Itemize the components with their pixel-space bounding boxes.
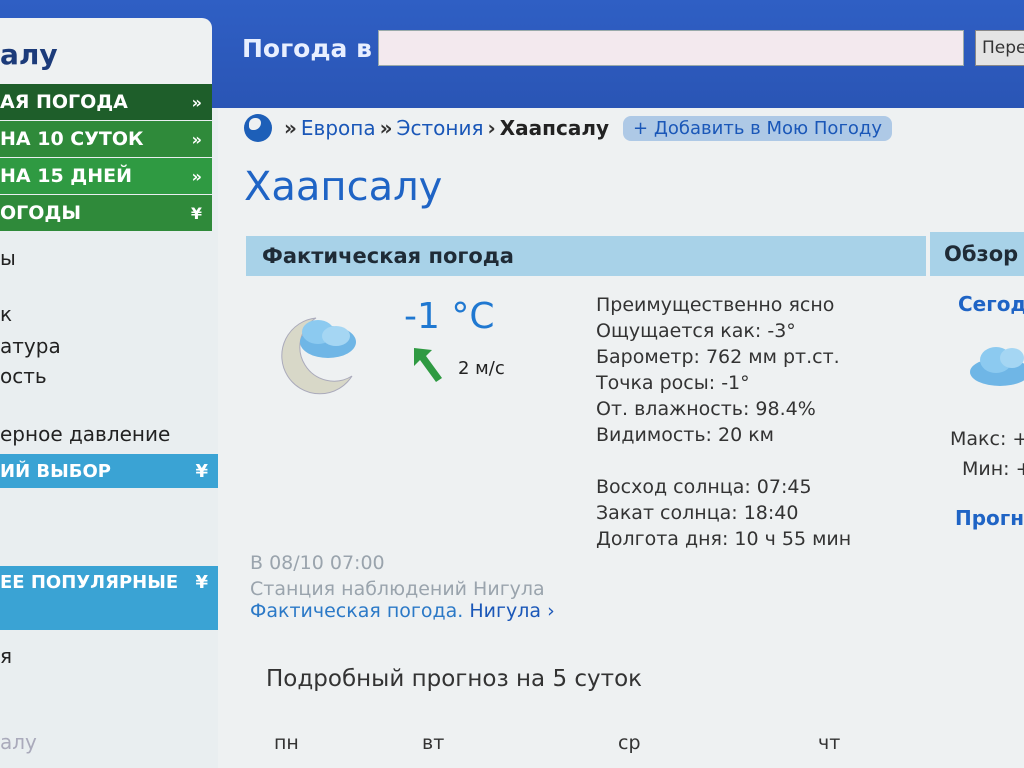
detail-condition: Преимущественно ясно	[596, 294, 835, 316]
double-chevron-right-icon: »	[191, 166, 202, 186]
choice-section-label: ИЙ ВЫБОР	[0, 460, 111, 482]
moon-cloud-icon	[281, 317, 356, 395]
left-link-1[interactable]: ы	[0, 246, 16, 270]
detail-dew-point: Точка росы: -1°	[596, 372, 750, 394]
left-link-bottom-1[interactable]: я	[0, 644, 12, 668]
double-chevron-right-icon: »	[191, 129, 202, 149]
menu-item-current-weather[interactable]: АЯ ПОГОДА »	[0, 84, 212, 120]
weather-details: Преимущественно ясно Ощущается как: -3° …	[596, 292, 851, 552]
chevron-down-icon: ¥	[195, 572, 208, 593]
detail-humidity: От. влажность: 98.4%	[596, 398, 816, 420]
left-link-temperature[interactable]: атура	[0, 334, 61, 358]
current-weather-header: Фактическая погода	[246, 236, 926, 276]
observation-info: В 08/10 07:00 Станция наблюдений Нигула	[250, 550, 545, 602]
city-search-input[interactable]	[378, 30, 964, 66]
breadcrumb-estonia[interactable]: Эстония	[397, 116, 484, 140]
site-name[interactable]: алу	[0, 38, 58, 71]
breadcrumb-separator: »	[379, 116, 393, 140]
detail-sunrise: Восход солнца: 07:45	[596, 476, 812, 498]
globe-icon	[244, 114, 272, 142]
left-link-pressure[interactable]: ерное давление	[0, 422, 170, 446]
menu-item-15-days[interactable]: НА 15 ДНЕЙ »	[0, 158, 212, 194]
popular-section-bar[interactable]: ЕЕ ПОПУЛЯРНЫЕ ¥	[0, 566, 218, 630]
overview-forecast-link[interactable]: Прогно	[955, 506, 1024, 530]
breadcrumb-separator: »	[284, 116, 297, 140]
breadcrumb-europe[interactable]: Европа	[301, 116, 376, 140]
section-title: Фактическая погода	[262, 244, 514, 268]
menu-item-label: ОГОДЫ	[0, 202, 82, 224]
left-link-humidity[interactable]: ость	[0, 364, 47, 388]
detail-feels-like: Ощущается как: -3°	[596, 320, 796, 342]
detail-sunset: Закат солнца: 18:40	[596, 502, 799, 524]
add-to-my-weather-button[interactable]: + Добавить в Мою Погоду	[623, 115, 893, 141]
detail-day-length: Долгота дня: 10 ч 55 мин	[596, 528, 852, 550]
menu-item-label: АЯ ПОГОДА	[0, 91, 128, 113]
double-chevron-right-icon: »	[191, 92, 202, 112]
menu-item-label: НА 15 ДНЕЙ	[0, 165, 132, 187]
popular-section-label: ЕЕ ПОПУЛЯРНЫЕ	[0, 572, 179, 593]
double-chevron-down-icon: ¥	[190, 203, 202, 223]
search-label: Погода в	[242, 34, 372, 63]
left-green-menu: АЯ ПОГОДА » НА 10 СУТОК » НА 15 ДНЕЙ » О…	[0, 84, 212, 232]
observation-station: Станция наблюдений Нигула	[250, 578, 545, 600]
detail-visibility: Видимость: 20 км	[596, 424, 775, 446]
menu-item-weather-maps[interactable]: ОГОДЫ ¥	[0, 195, 212, 231]
detail-barometer: Барометр: 762 мм рт.ст.	[596, 346, 840, 368]
wind-direction-arrow-icon	[414, 348, 442, 382]
overview-header: Обзор	[930, 232, 1024, 276]
menu-item-10-days[interactable]: НА 10 СУТОК »	[0, 121, 212, 157]
breadcrumb: » Европа » Эстония › Хаапсалу + Добавить…	[244, 114, 893, 142]
choice-section-bar[interactable]: ИЙ ВЫБОР ¥	[0, 454, 218, 488]
section-title: Обзор	[944, 242, 1019, 266]
forecast-title: Подробный прогноз на 5 суток	[266, 666, 643, 692]
overview-max: Макс: +	[950, 428, 1024, 450]
forecast-day-mon: пн	[274, 732, 299, 754]
overview-min: Мин: +	[962, 458, 1024, 480]
observation-link-station[interactable]: Нигула ›	[469, 600, 554, 622]
current-temperature: -1 °C	[404, 296, 495, 337]
forecast-day-tue: вт	[422, 732, 445, 754]
observation-link[interactable]: Фактическая погода. Нигула ›	[250, 600, 555, 622]
menu-item-label: НА 10 СУТОК	[0, 128, 144, 150]
observation-time: В 08/10 07:00	[250, 552, 385, 574]
forecast-day-wed: ср	[618, 732, 641, 754]
left-link-2[interactable]: к	[0, 302, 12, 326]
breadcrumb-current: Хаапсалу	[499, 116, 610, 140]
breadcrumb-separator: ›	[487, 116, 496, 140]
cloud-icon	[970, 347, 1024, 386]
wind-speed: 2 м/с	[458, 358, 505, 379]
chevron-down-icon: ¥	[195, 460, 208, 482]
overview-today-link[interactable]: Сегод	[958, 292, 1024, 316]
observation-link-prefix: Фактическая погода.	[250, 600, 464, 622]
page-title: Хаапсалу	[244, 164, 443, 210]
search-button[interactable]: Пере	[975, 30, 1024, 66]
left-link-bottom-2[interactable]: алу	[0, 730, 37, 754]
forecast-day-thu: чт	[818, 732, 841, 754]
